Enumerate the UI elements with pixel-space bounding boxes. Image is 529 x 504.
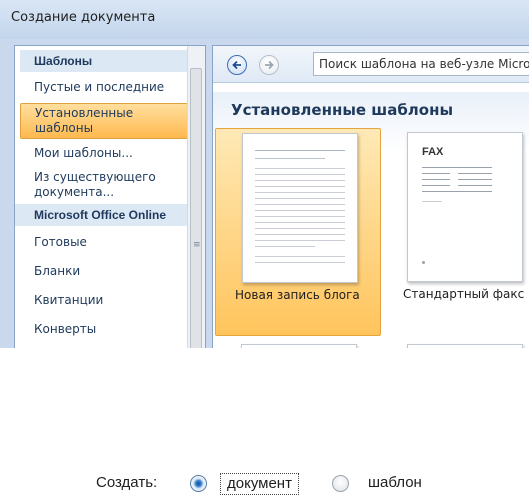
new-document-dialog: Создание документа Шаблоны Пустые и посл… [0,0,529,348]
sidebar-item-envelopes[interactable]: Конверты [20,322,188,336]
template-tile-blog-post[interactable]: Новая запись блога [215,128,381,336]
template-label-fax: Стандартный факс [403,287,525,301]
fax-page-heading: FAX [422,146,444,158]
template-thumbnail-blog [242,133,358,283]
option-template-label[interactable]: шаблон [368,474,422,491]
template-search-input[interactable]: Поиск шаблона на веб-узле Microsoft Offi… [313,52,529,76]
sidebar-scrollbar[interactable]: ≡ [187,46,205,348]
back-button[interactable] [227,55,247,75]
template-label-blog: Новая запись блога [235,288,360,302]
forward-button[interactable] [259,55,279,75]
option-document-label[interactable]: документ [220,473,299,495]
template-thumbnail-fax: FAX [407,132,523,282]
sidebar-item-receipts[interactable]: Квитанции [20,293,188,307]
navigation-toolbar: Поиск шаблона на веб-узле Microsoft Offi… [213,46,529,83]
scrollbar-thumb[interactable]: ≡ [190,68,202,348]
sidebar-header-templates: Шаблоны [20,50,188,72]
create-options-bar: Создать: документ шаблон [0,348,529,504]
sidebar-item-ready[interactable]: Готовые [20,235,188,249]
sidebar-item-from-existing[interactable]: Из существующего документа... [20,170,188,200]
template-categories-sidebar: Шаблоны Пустые и последние Установленные… [14,45,206,348]
sidebar-item-forms[interactable]: Бланки [20,264,188,278]
sidebar-item-my-templates[interactable]: Мои шаблоны... [20,146,188,160]
search-placeholder: Поиск шаблона на веб-узле Microsoft Offi… [319,57,529,71]
templates-pane: Поиск шаблона на веб-узле Microsoft Offi… [212,45,529,348]
create-label: Создать: [96,474,158,491]
sidebar-item-blank-recent[interactable]: Пустые и последние [20,80,188,94]
radio-template[interactable] [332,475,349,492]
scroll-grip-icon: ≡ [193,240,201,250]
arrow-left-icon [232,60,241,70]
templates-gallery: Установленные шаблоны Новая запись блога… [213,92,529,348]
sidebar-header-office-online: Microsoft Office Online [15,204,190,226]
sidebar-item-installed-templates[interactable]: Установленные шаблоны [20,103,188,139]
arrow-right-icon [265,60,274,70]
template-tile-standard-fax[interactable]: FAX Стандартный факс [403,128,529,336]
window-title: Создание документа [11,10,156,25]
title-bar[interactable]: Создание документа [0,0,529,39]
section-title: Установленные шаблоны [231,101,454,119]
radio-document[interactable] [190,475,207,492]
